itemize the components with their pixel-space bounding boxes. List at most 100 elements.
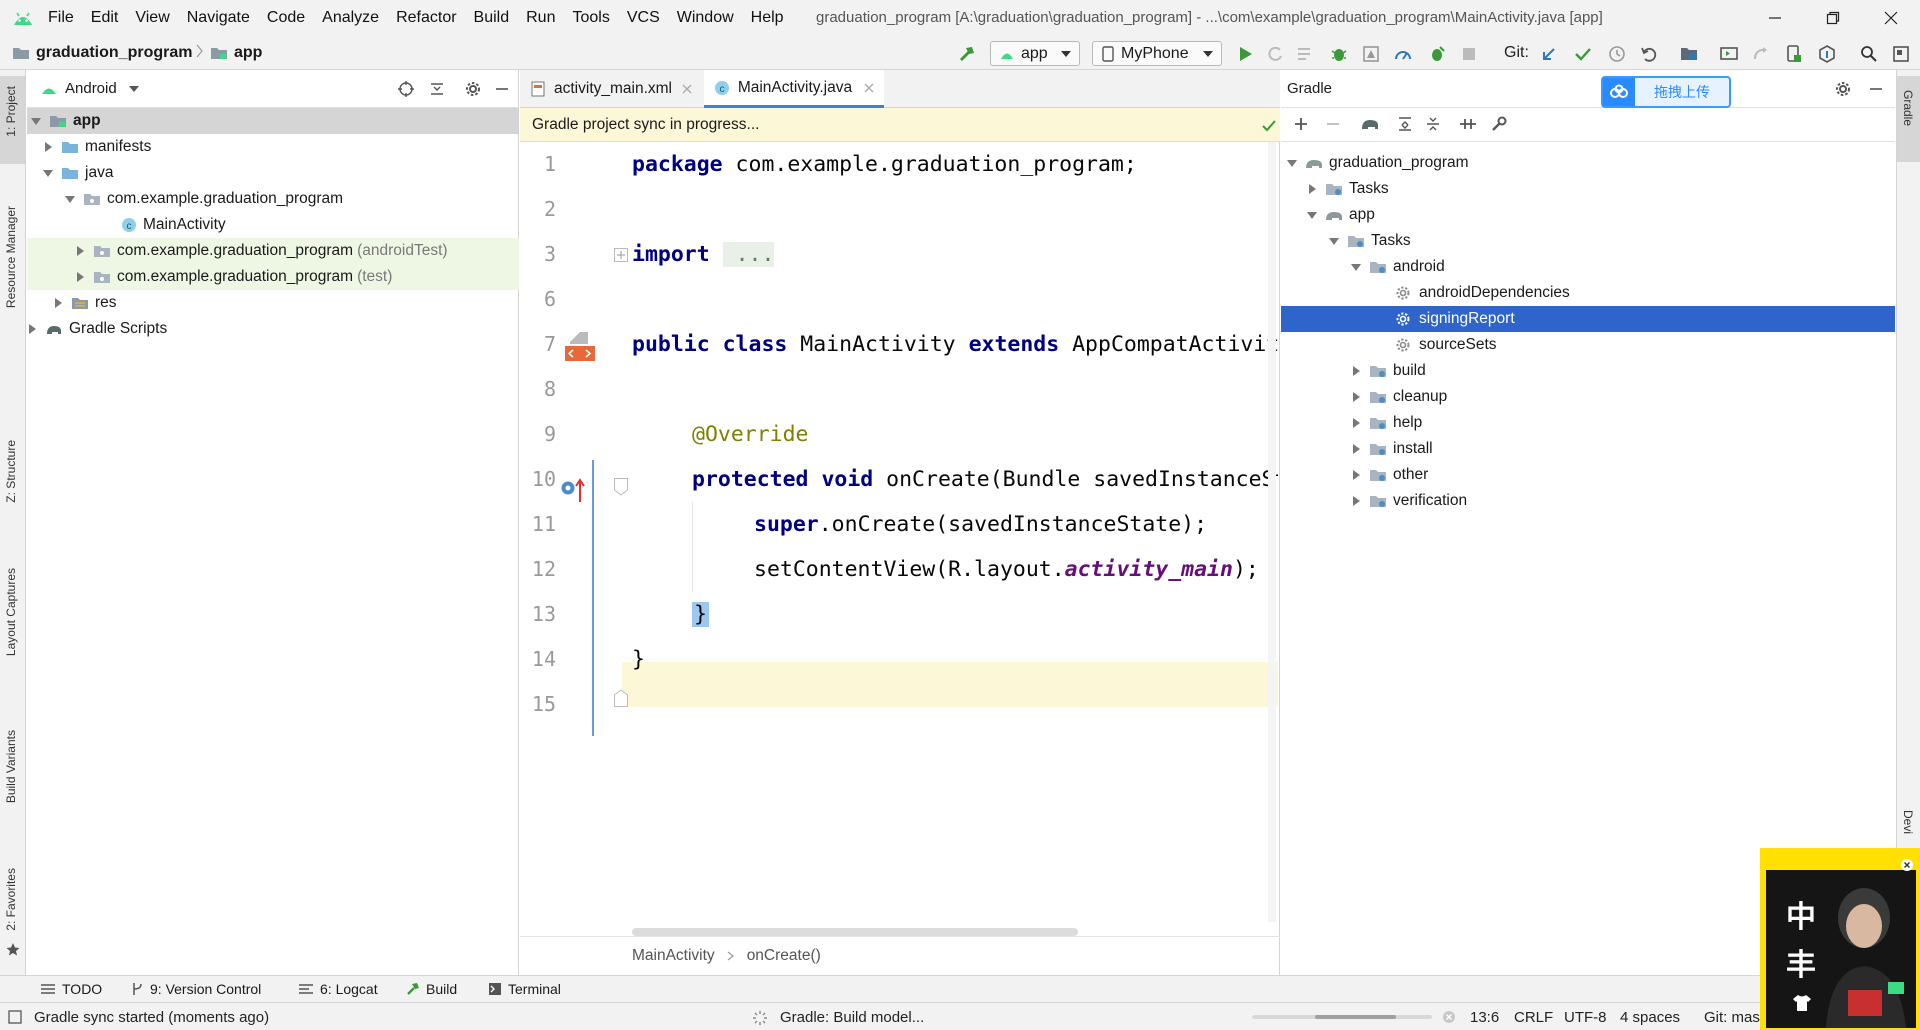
search-icon[interactable] bbox=[1860, 45, 1878, 63]
breadcrumb-class[interactable]: MainActivity bbox=[632, 947, 715, 965]
gradle-tree-install[interactable]: install bbox=[1281, 436, 1895, 462]
close-button[interactable] bbox=[1862, 0, 1920, 36]
override-marker-icon[interactable] bbox=[560, 476, 586, 504]
indent-setting[interactable]: 4 spaces bbox=[1620, 1009, 1680, 1026]
close-icon[interactable] bbox=[682, 84, 692, 94]
todo-tool-button[interactable]: TODO bbox=[40, 981, 102, 997]
line-separator[interactable]: CRLF bbox=[1514, 1009, 1553, 1026]
tab-mainactivity-java[interactable]: c MainActivity.java bbox=[704, 70, 884, 108]
gradle-tree-project[interactable]: graduation_program bbox=[1281, 150, 1895, 176]
logcat-tool-button[interactable]: 6: Logcat bbox=[298, 981, 378, 997]
project-structure-icon[interactable] bbox=[1680, 45, 1698, 63]
tree-item-mainactivity[interactable]: c MainActivity bbox=[27, 212, 519, 238]
execute-task-icon[interactable] bbox=[1361, 116, 1379, 134]
remove-icon[interactable] bbox=[1325, 116, 1343, 134]
menu-tools[interactable]: Tools bbox=[572, 9, 609, 27]
status-toggle-icon[interactable] bbox=[8, 1010, 22, 1024]
menu-window[interactable]: Window bbox=[677, 9, 734, 27]
git-update-icon[interactable] bbox=[1540, 45, 1558, 63]
menu-help[interactable]: Help bbox=[751, 9, 784, 27]
menu-run[interactable]: Run bbox=[526, 9, 555, 27]
hammer-icon[interactable] bbox=[958, 45, 976, 63]
terminal-tool-button[interactable]: Terminal bbox=[488, 981, 561, 997]
add-icon[interactable] bbox=[1293, 116, 1311, 134]
structure-tab[interactable]: Z: Structure bbox=[4, 440, 18, 503]
version-control-tool-button[interactable]: 9: Version Control bbox=[130, 981, 261, 997]
close-sticker-icon[interactable] bbox=[1900, 858, 1914, 872]
favorites-tab[interactable]: 2: Favorites bbox=[4, 868, 18, 931]
menu-file[interactable]: File bbox=[48, 9, 74, 27]
sdk-manager-icon[interactable] bbox=[1818, 45, 1836, 63]
git-commit-icon[interactable] bbox=[1574, 45, 1592, 63]
gradle-tree-tasks-root[interactable]: Tasks bbox=[1281, 176, 1895, 202]
menu-analyze[interactable]: Analyze bbox=[322, 9, 379, 27]
gradle-tree-app[interactable]: app bbox=[1281, 202, 1895, 228]
attach-debugger-icon[interactable] bbox=[1428, 45, 1446, 63]
fold-end-icon[interactable] bbox=[614, 689, 628, 707]
chevron-down-icon[interactable] bbox=[128, 85, 139, 92]
collapse-all-icon[interactable] bbox=[429, 81, 445, 97]
rollback-icon[interactable] bbox=[1640, 45, 1658, 63]
gradle-tree-build[interactable]: build bbox=[1281, 358, 1895, 384]
menu-code[interactable]: Code bbox=[267, 9, 305, 27]
fold-collapse-icon[interactable] bbox=[614, 478, 628, 496]
hide-panel-icon[interactable] bbox=[495, 82, 509, 96]
expand-all-icon[interactable] bbox=[1397, 116, 1415, 134]
collapse-all-icon[interactable] bbox=[1425, 116, 1443, 134]
horizontal-scrollbar[interactable] bbox=[632, 928, 1078, 936]
apply-changes-icon[interactable] bbox=[1266, 45, 1284, 63]
apply-code-changes-icon[interactable] bbox=[1296, 45, 1314, 63]
menu-view[interactable]: View bbox=[135, 9, 169, 27]
device-select[interactable]: MyPhone bbox=[1092, 41, 1222, 66]
resource-manager-tab[interactable]: Resource Manager bbox=[4, 206, 18, 308]
sync-gradle-icon[interactable] bbox=[1752, 45, 1770, 63]
offline-mode-icon[interactable] bbox=[1459, 116, 1477, 134]
locate-icon[interactable] bbox=[397, 80, 415, 98]
device-manager-tab[interactable]: Devi bbox=[1901, 810, 1915, 834]
gradle-task-signing-report[interactable]: signingReport bbox=[1281, 306, 1895, 332]
breadcrumb-project[interactable]: graduation_program bbox=[12, 44, 192, 62]
gradle-tree-cleanup[interactable]: cleanup bbox=[1281, 384, 1895, 410]
gradle-tree-android[interactable]: android bbox=[1281, 254, 1895, 280]
gradle-tree-help[interactable]: help bbox=[1281, 410, 1895, 436]
gear-icon[interactable] bbox=[465, 81, 481, 97]
tree-item-manifests[interactable]: manifests bbox=[27, 134, 519, 160]
inspection-ok-icon[interactable] bbox=[1262, 120, 1276, 132]
run-config-select[interactable]: app bbox=[990, 41, 1080, 66]
breadcrumb-method[interactable]: onCreate() bbox=[747, 947, 821, 965]
restore-button[interactable] bbox=[1804, 0, 1862, 36]
vertical-scrollbar[interactable] bbox=[1268, 142, 1276, 922]
menu-edit[interactable]: Edit bbox=[91, 9, 119, 27]
gradle-tree-verification[interactable]: verification bbox=[1281, 488, 1895, 514]
tree-item-package-test[interactable]: com.example.graduation_program (test) bbox=[27, 264, 519, 290]
layout-captures-tab[interactable]: Layout Captures bbox=[4, 568, 18, 656]
tree-item-java[interactable]: java bbox=[27, 160, 519, 186]
coverage-icon[interactable] bbox=[1362, 45, 1380, 63]
menu-build[interactable]: Build bbox=[474, 9, 510, 27]
folded-imports[interactable]: ... bbox=[722, 242, 775, 267]
minimize-button[interactable] bbox=[1746, 0, 1804, 36]
close-icon[interactable] bbox=[864, 83, 874, 93]
tree-item-res[interactable]: res bbox=[27, 290, 519, 316]
hide-panel-icon[interactable] bbox=[1869, 82, 1883, 96]
cancel-task-icon[interactable] bbox=[1442, 1010, 1456, 1024]
gradle-task-android-dependencies[interactable]: androidDependencies bbox=[1281, 280, 1895, 306]
project-view-selector[interactable]: Android bbox=[65, 80, 117, 97]
code-area[interactable]: package com.example.graduation_program; … bbox=[632, 142, 1278, 922]
tree-item-gradle-scripts[interactable]: Gradle Scripts bbox=[27, 316, 519, 342]
tree-item-app[interactable]: app bbox=[27, 108, 519, 134]
build-variants-tab[interactable]: Build Variants bbox=[4, 730, 18, 803]
menu-refactor[interactable]: Refactor bbox=[396, 9, 456, 27]
tab-activity-main-xml[interactable]: activity_main.xml bbox=[520, 70, 702, 108]
project-tool-tab[interactable]: 1: Project bbox=[0, 76, 25, 164]
history-icon[interactable] bbox=[1608, 45, 1626, 63]
debug-icon[interactable] bbox=[1330, 45, 1348, 63]
drag-upload-widget[interactable]: 拖拽上传 bbox=[1601, 76, 1731, 108]
layout-preview-icon[interactable] bbox=[564, 330, 598, 364]
menu-navigate[interactable]: Navigate bbox=[187, 9, 250, 27]
tree-item-package-androidtest[interactable]: com.example.graduation_program (androidT… bbox=[27, 238, 519, 264]
gradle-task-source-sets[interactable]: sourceSets bbox=[1281, 332, 1895, 358]
caret-position[interactable]: 13:6 bbox=[1470, 1009, 1499, 1026]
status-message[interactable]: Gradle sync started (moments ago) bbox=[34, 1009, 269, 1026]
gradle-tree-app-tasks[interactable]: Tasks bbox=[1281, 228, 1895, 254]
